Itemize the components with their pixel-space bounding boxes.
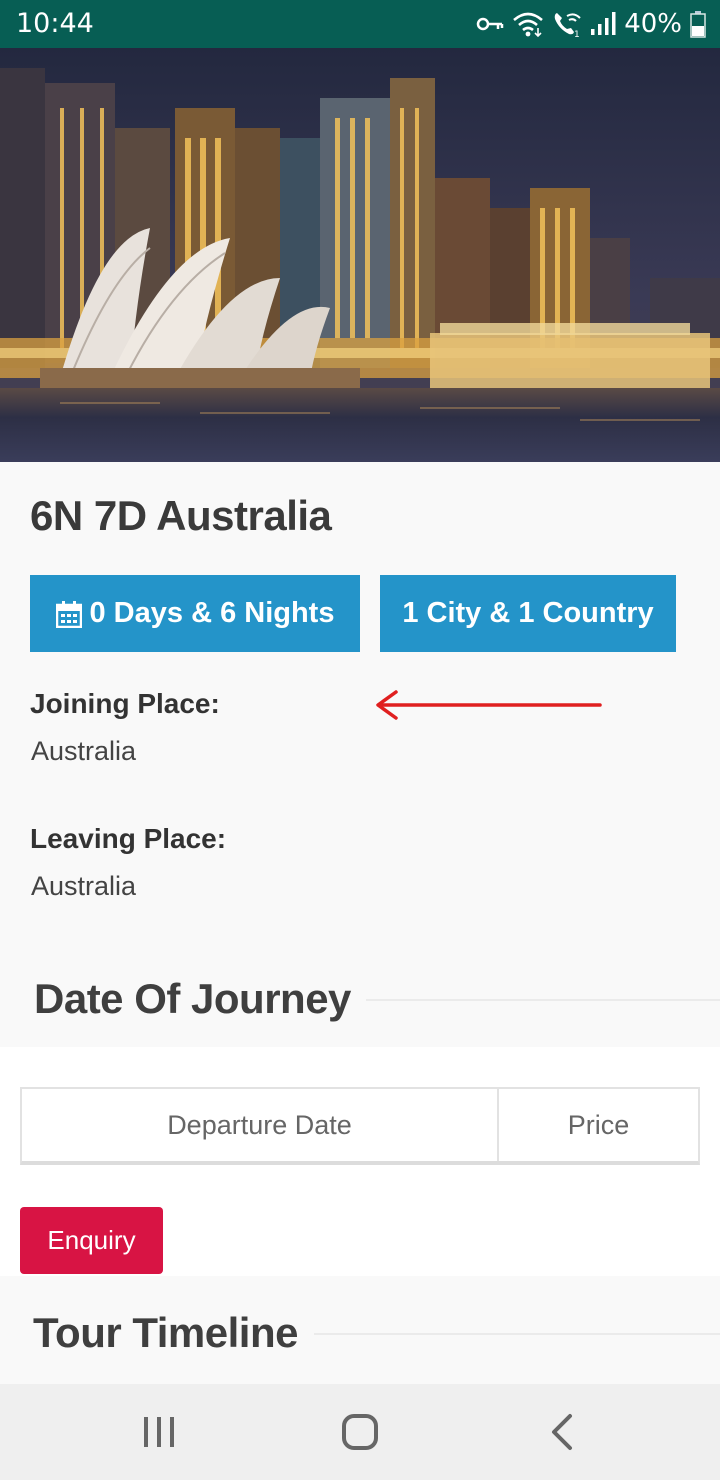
system-nav-bar — [0, 1384, 720, 1480]
locations-label: 1 City & 1 Country — [402, 597, 654, 629]
sydney-skyline-illustration — [0, 48, 720, 462]
home-icon — [342, 1414, 378, 1450]
back-button[interactable] — [502, 1384, 622, 1480]
locations-badge: 1 City & 1 Country — [380, 575, 676, 652]
duration-badge: 0 Days & 6 Nights — [30, 575, 360, 652]
home-button[interactable] — [300, 1384, 420, 1480]
leaving-place-label: Leaving Place: — [30, 823, 227, 854]
battery-icon — [690, 11, 706, 38]
leaving-place-value: Australia — [31, 871, 137, 901]
wifi-calling-icon: 1 — [554, 13, 581, 38]
tour-title: 6N 7D Australia — [30, 492, 332, 539]
calendar-icon — [55, 600, 82, 628]
enquiry-button[interactable]: Enquiry — [20, 1207, 163, 1274]
joining-place-value: Australia — [31, 736, 137, 766]
vpn-key-icon — [476, 17, 504, 31]
back-icon — [552, 1414, 572, 1450]
price-column: Price — [567, 1109, 630, 1140]
annotation-arrow — [376, 690, 602, 720]
recent-apps-icon — [144, 1417, 174, 1447]
battery-percentage: 40% — [624, 9, 682, 39]
departure-date-column: Departure Date — [22, 1089, 499, 1161]
date-of-journey-heading: Date Of Journey — [34, 975, 351, 1022]
status-icons: 1 40% — [476, 6, 706, 42]
section-divider — [366, 999, 720, 1001]
status-time: 10:44 — [16, 8, 94, 39]
signal-icon — [591, 12, 616, 35]
svg-text:1: 1 — [574, 30, 580, 38]
wifi-icon — [513, 12, 544, 38]
tour-details: 6N 7D Australia 0 Days & 6 Nights 1 City… — [0, 462, 720, 1047]
recent-apps-button[interactable] — [99, 1384, 219, 1480]
section-divider — [314, 1333, 720, 1335]
status-bar: 10:44 1 40% — [0, 0, 720, 48]
tour-timeline-section: Tour Timeline — [0, 1276, 720, 1384]
duration-label: 0 Days & 6 Nights — [89, 597, 335, 629]
journey-table-header: Departure Date Price — [20, 1087, 700, 1165]
tour-timeline-heading: Tour Timeline — [33, 1309, 298, 1356]
hero-image — [0, 48, 720, 462]
joining-place-label: Joining Place: — [30, 688, 220, 719]
